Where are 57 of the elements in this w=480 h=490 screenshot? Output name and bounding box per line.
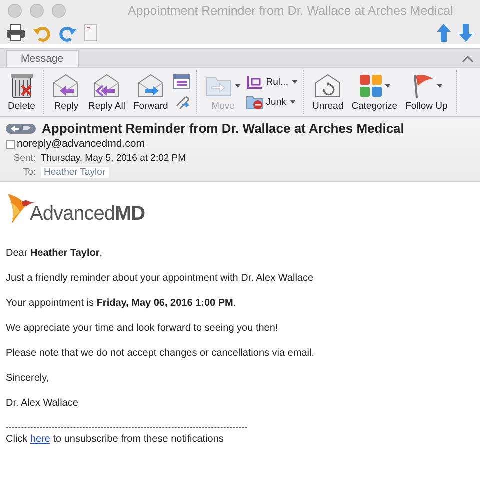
open-envelope-icon — [314, 73, 342, 99]
sent-date: Thursday, May 5, 2016 at 2:02 PM — [41, 153, 186, 164]
envelope-reply-icon — [52, 73, 80, 99]
printer-icon[interactable] — [6, 24, 26, 42]
email-paragraph: We appreciate your time and look forward to seeing you then! — [6, 323, 280, 334]
undo-icon[interactable] — [32, 24, 52, 42]
email-paragraph: Dear Heather Taylor, — [6, 248, 104, 259]
calendar-icon[interactable] — [173, 74, 192, 90]
back-forward-pill[interactable] — [6, 124, 36, 134]
caret-icon — [384, 84, 391, 88]
caret-icon — [436, 84, 443, 88]
down-arrow-icon[interactable] — [458, 23, 474, 43]
ribbon-button[interactable]: Forward — [130, 72, 172, 112]
document-icon[interactable] — [84, 24, 98, 42]
ribbon-button[interactable]: Unread — [309, 72, 347, 112]
advancedmd-logo-text: AdvancedMD — [30, 203, 146, 226]
to-label: To: — [22, 167, 36, 178]
up-arrow-icon[interactable] — [436, 23, 452, 43]
email-paragraph: Please note that we do not accept changes or cancellations via email. — [6, 348, 316, 359]
unsubscribe-link[interactable]: here — [30, 434, 50, 445]
envelope-forward-icon — [136, 73, 165, 99]
collapse-ribbon-icon[interactable] — [462, 55, 474, 63]
color-squares-icon — [358, 74, 383, 98]
ribbon-dropdown-button[interactable]: Categorize — [348, 72, 401, 112]
ribbon-tab[interactable]: Message — [6, 50, 79, 67]
recipient-name[interactable]: Heather Taylor — [41, 167, 109, 178]
email-paragraph: Just a friendly reminder about your appointment with Dr. Alex Wallace — [6, 273, 315, 284]
caret-icon — [290, 100, 296, 104]
folder-blocked-icon — [246, 94, 264, 110]
sender-contact-icon — [6, 140, 15, 148]
trash-icon — [8, 72, 35, 100]
close-button[interactable] — [8, 4, 22, 18]
envelope-reply-icon — [92, 73, 121, 99]
ribbon-button[interactable]: Delete — [5, 72, 38, 112]
ribbon-dropdown-button[interactable]: Follow Up — [402, 72, 451, 112]
ribbon-button[interactable]: Reply All — [85, 72, 128, 112]
email-paragraph: Your appointment is Friday, May 06, 2016 1:00 PM. — [6, 298, 238, 309]
sender-address: noreply@advancedmd.com — [17, 138, 145, 150]
speech-bubble-icon — [22, 124, 32, 132]
email-paragraph: Sincerely, — [6, 373, 50, 384]
window-title: Appointment Reminder from Dr. Wallace at Arches Medical — [128, 4, 454, 18]
redo-icon[interactable] — [58, 24, 78, 42]
dashed-separator: ------------------------------------------------------------------------------- — [6, 423, 250, 432]
caret-icon — [292, 80, 298, 84]
footer-text: to unsubscribe from these notifications — [53, 434, 224, 445]
email-paragraph: Dr. Alex Wallace — [6, 398, 80, 409]
ribbon-dropdown-button[interactable]: Rul... — [246, 74, 298, 90]
email-subject: Appointment Reminder from Dr. Wallace at Arches Medical — [42, 121, 404, 136]
back-arrow-icon — [10, 124, 20, 132]
ribbon-dropdown-button[interactable]: Junk — [246, 94, 298, 110]
sent-label: Sent: — [12, 153, 36, 164]
minimize-button[interactable] — [30, 4, 44, 18]
zoom-button[interactable] — [52, 4, 66, 18]
caret-icon — [235, 84, 242, 88]
footer-text: Click — [6, 434, 28, 445]
rules-icon — [246, 74, 264, 90]
ribbon-button[interactable]: Reply — [49, 72, 84, 112]
